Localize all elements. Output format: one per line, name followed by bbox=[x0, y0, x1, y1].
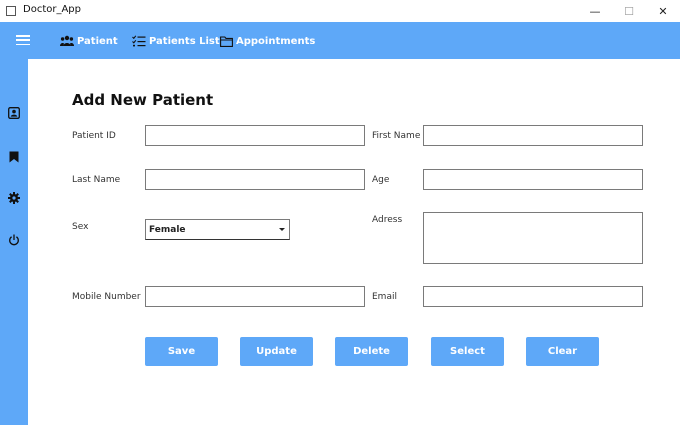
sex-dropdown[interactable]: Female bbox=[145, 219, 290, 240]
sidebar bbox=[0, 59, 28, 425]
people-icon bbox=[60, 35, 74, 46]
save-button[interactable]: Save bbox=[145, 337, 218, 366]
power-icon[interactable] bbox=[7, 233, 21, 247]
dropdown-arrow-icon bbox=[279, 228, 285, 231]
nav-item-label: Patients List bbox=[149, 35, 220, 47]
age-input[interactable] bbox=[423, 169, 643, 190]
address-textarea[interactable] bbox=[423, 212, 643, 264]
minimize-button[interactable]: — bbox=[578, 0, 612, 22]
mobile-number-input[interactable] bbox=[145, 286, 365, 307]
age-label: Age bbox=[372, 175, 390, 185]
gear-icon[interactable] bbox=[7, 191, 21, 205]
delete-button[interactable]: Delete bbox=[335, 337, 408, 366]
folder-icon bbox=[220, 35, 233, 47]
contact-card-icon[interactable] bbox=[7, 106, 21, 120]
select-button[interactable]: Select bbox=[431, 337, 504, 366]
sex-selected-value: Female bbox=[149, 224, 186, 235]
nav-item-appointments[interactable]: Appointments bbox=[220, 33, 315, 49]
window-title: Doctor_App bbox=[23, 4, 82, 15]
address-label: Adress bbox=[372, 215, 403, 225]
sex-label: Sex bbox=[72, 222, 89, 232]
nav-item-patients-list[interactable]: Patients List bbox=[132, 33, 220, 49]
nav-item-patient[interactable]: Patient bbox=[60, 33, 118, 49]
maximize-button[interactable]: ☐ bbox=[612, 0, 646, 22]
patient-id-label: Patient ID bbox=[72, 131, 116, 141]
last-name-input[interactable] bbox=[145, 169, 365, 190]
last-name-label: Last Name bbox=[72, 175, 121, 185]
page-title: Add New Patient bbox=[72, 91, 214, 109]
checklist-icon bbox=[132, 35, 146, 47]
close-button[interactable]: ✕ bbox=[646, 0, 680, 22]
clear-button[interactable]: Clear bbox=[526, 337, 599, 366]
nav-item-label: Patient bbox=[77, 35, 118, 47]
window-titlebar: Doctor_App — ☐ ✕ bbox=[0, 0, 680, 22]
email-label: Email bbox=[372, 292, 397, 302]
email-input[interactable] bbox=[423, 286, 643, 307]
mobile-number-label: Mobile Number bbox=[72, 292, 141, 302]
nav-item-label: Appointments bbox=[236, 35, 316, 47]
bookmark-icon[interactable] bbox=[7, 150, 21, 164]
patient-id-input[interactable] bbox=[145, 125, 365, 146]
update-button[interactable]: Update bbox=[240, 337, 313, 366]
first-name-label: First Name bbox=[372, 131, 421, 141]
hamburger-menu-icon[interactable] bbox=[16, 35, 30, 46]
app-icon bbox=[6, 6, 16, 16]
first-name-input[interactable] bbox=[423, 125, 643, 146]
